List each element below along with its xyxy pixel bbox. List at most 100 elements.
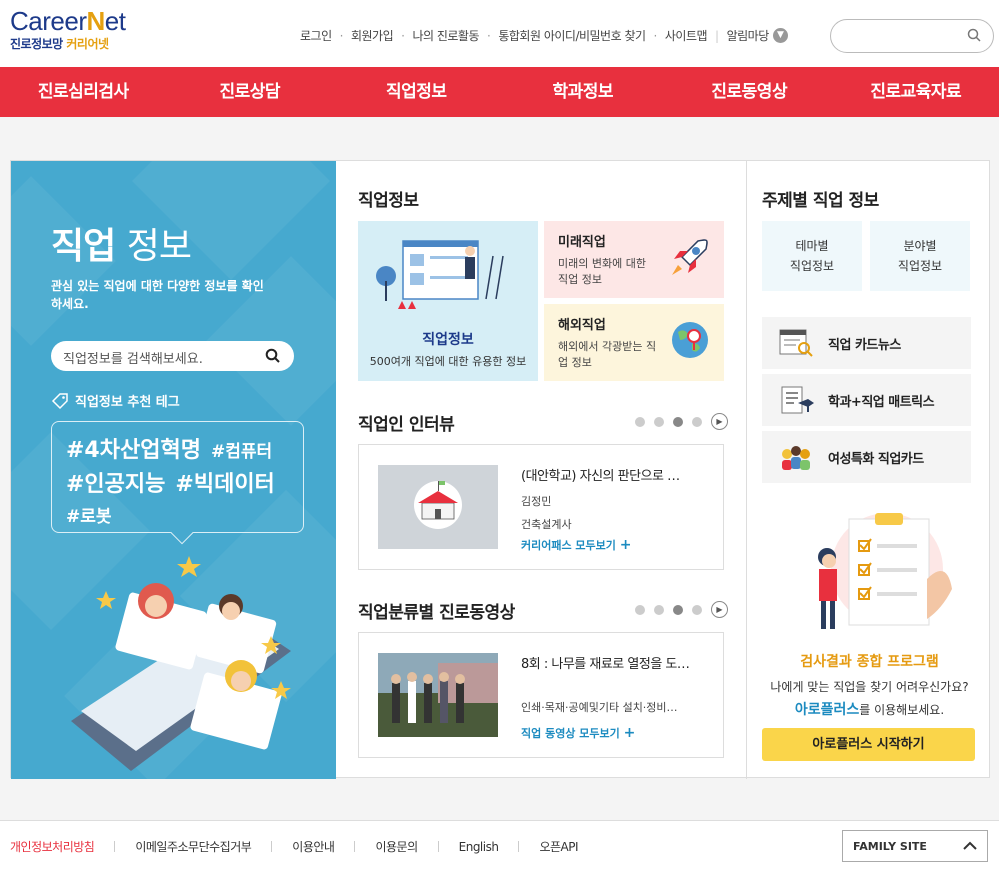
nav-major-info[interactable]: 학과정보: [500, 67, 667, 117]
pager-dot-active[interactable]: [673, 604, 683, 615]
interview-item[interactable]: (대안학교) 자신의 판단으로 … 김정민 건축설계사 커리어패스 모두보기 +: [358, 444, 724, 570]
chevron-down-icon[interactable]: ▼: [772, 28, 788, 43]
play-icon[interactable]: ▶: [711, 601, 728, 618]
section-title-job-info: 직업정보: [358, 191, 419, 211]
footer-openapi-link[interactable]: 오픈API: [539, 838, 578, 855]
graduation-doc-icon: [781, 386, 814, 414]
aro-plus-title: 검사결과 종합 프로그램: [800, 654, 939, 670]
major-job-matrix-link[interactable]: 학과+직업 매트릭스: [762, 374, 971, 426]
nav-edu-material[interactable]: 진로교육자료: [833, 67, 999, 117]
pager-dot[interactable]: [635, 416, 645, 427]
tag-icon: [51, 392, 68, 409]
recommend-tag-title: 직업정보 추천 테그: [51, 391, 180, 410]
job-video-more-link[interactable]: 직업 동영상 모두보기 +: [521, 725, 635, 741]
topnav-my-activity[interactable]: 나의 진로활동: [412, 27, 479, 44]
interview-thumbnail: [378, 465, 498, 549]
logo-sub-a: 진로정보망: [10, 37, 63, 51]
middle-column: 직업정보 직업정보 500여개 직업에 대한 유용한 정보 미래직업 미래의 변…: [336, 161, 746, 779]
nav-psych-test[interactable]: 진로심리검사: [0, 67, 167, 117]
main-content: 직업 정보 관심 있는 직업에 대한 다양한 정보를 확인하세요. 직업정보를 …: [10, 160, 991, 779]
video-category: 인쇄·목재·공예및기타 설치·정비…: [521, 701, 678, 714]
plus-icon: +: [619, 537, 632, 553]
play-icon[interactable]: ▶: [711, 413, 728, 430]
pager-dot[interactable]: [654, 604, 664, 615]
profile-cards-illustration: [71, 556, 291, 771]
topnav-login[interactable]: 로그인: [300, 27, 332, 44]
footer-privacy-link[interactable]: 개인정보처리방침: [10, 838, 95, 855]
future-job-desc: 미래의 변화에 대한 직업 정보: [558, 257, 646, 286]
logo-text-a: Career: [10, 6, 87, 36]
job-info-card[interactable]: 직업정보 500여개 직업에 대한 유용한 정보: [358, 221, 538, 381]
video-item-title: 8회 : 나무를 재료로 열정을 도…: [521, 657, 690, 672]
topnav-find-account[interactable]: 통합회원 아이디/비밀번호 찾기: [498, 27, 646, 44]
interview-pager: ▶: [635, 413, 728, 430]
family-site-select[interactable]: FAMILY SITE: [842, 830, 988, 862]
hero-desc: 관심 있는 직업에 대한 다양한 정보를 확인하세요.: [51, 279, 264, 311]
header: CareerNet 진로정보망 커리어넷 로그인 · 회원가입 · 나의 진로활동 ·…: [0, 0, 999, 67]
video-pager: ▶: [635, 601, 728, 618]
logo-sub-b: 커리어넷: [66, 37, 109, 51]
footer: 개인정보처리방침 이메일주소무단수집거부 이용안내 이용문의 English 오…: [0, 820, 999, 876]
footer-usage-link[interactable]: 이용안내: [292, 838, 335, 855]
overseas-job-card[interactable]: 해외직업 해외에서 각광받는 직업 정보: [544, 304, 724, 381]
top-utility-nav: 로그인 · 회원가입 · 나의 진로활동 · 통합회원 아이디/비밀번호 찾기 · 사이…: [300, 27, 788, 44]
pager-dot[interactable]: [692, 416, 702, 427]
pager-dot[interactable]: [654, 416, 664, 427]
footer-nav: 개인정보처리방침 이메일주소무단수집거부 이용안내 이용문의 English 오…: [10, 838, 579, 855]
theme-job-info-button[interactable]: 테마별 직업정보: [762, 221, 862, 291]
footer-english-link[interactable]: English: [459, 840, 499, 854]
plus-icon: +: [623, 725, 636, 741]
pager-dot[interactable]: [635, 604, 645, 615]
card-news-link[interactable]: 직업 카드뉴스: [762, 317, 971, 369]
overseas-job-desc: 해외에서 각광받는 직업 정보: [558, 340, 657, 369]
globe-icon: [672, 322, 708, 358]
logo-text-n: N: [86, 6, 105, 36]
section-title-video: 직업분류별 진로동영상: [358, 603, 515, 623]
chevron-up-icon[interactable]: [963, 841, 977, 851]
recommend-tag-box: #4차산업혁명 #컴퓨터 #인공지능 #빅데이터 #로봇: [51, 421, 304, 545]
pager-dot[interactable]: [692, 604, 702, 615]
checklist-illustration: [818, 513, 952, 629]
top-search-input[interactable]: [830, 19, 994, 53]
logo[interactable]: CareerNet 진로정보망 커리어넷: [10, 6, 140, 56]
future-job-card[interactable]: 미래직업 미래의 변화에 대한 직업 정보: [544, 221, 724, 298]
pager-dot-active[interactable]: [673, 416, 683, 427]
interview-item-title: (대안학교) 자신의 판단으로 …: [521, 469, 680, 484]
job-search-placeholder: 직업정보를 검색해보세요.: [63, 352, 203, 367]
logo-text-b: et: [104, 6, 126, 36]
footer-email-refuse-link[interactable]: 이메일주소무단수집거부: [135, 838, 251, 855]
interview-name: 김정민: [521, 495, 552, 508]
right-column: 주제별 직업 정보 테마별 직업정보 분야별 직업정보 직업 카드뉴스 학과+직업 …: [746, 161, 991, 779]
rocket-icon: [672, 239, 708, 275]
tag-link[interactable]: #4차산업혁명: [66, 432, 201, 464]
job-search-input[interactable]: 직업정보를 검색해보세요.: [51, 341, 294, 371]
nav-career-video[interactable]: 진로동영상: [666, 67, 833, 117]
section-title-interview: 직업인 인터뷰: [358, 415, 455, 435]
aro-plus-desc1: 나에게 맞는 직업을 찾기 어려우신가요?: [770, 680, 969, 694]
footer-inquiry-link[interactable]: 이용문의: [375, 838, 418, 855]
women-job-card-link[interactable]: 여성특화 직업카드: [762, 431, 971, 483]
tag-link[interactable]: #컴퓨터: [211, 437, 272, 462]
topnav-sitemap[interactable]: 사이트맵: [665, 27, 708, 44]
job-info-card-title: 직업정보: [422, 332, 474, 348]
topnav-notice[interactable]: 알림마당: [727, 27, 770, 44]
main-nav: 진로심리검사 진로상담 직업정보 학과정보 진로동영상 진로교육자료: [0, 67, 999, 117]
tag-link[interactable]: #로봇: [66, 502, 112, 527]
nav-counseling[interactable]: 진로상담: [167, 67, 334, 117]
women-group-icon: [782, 446, 810, 470]
search-icon[interactable]: [265, 348, 280, 363]
tag-link[interactable]: #빅데이터: [175, 466, 274, 498]
section-title-theme: 주제별 직업 정보: [762, 191, 879, 211]
aro-plus-start-button[interactable]: 아로플러스 시작하기: [762, 728, 975, 761]
search-icon[interactable]: [967, 28, 981, 42]
video-thumbnail: [378, 653, 498, 737]
school-icon: [414, 481, 462, 529]
topnav-signup[interactable]: 회원가입: [351, 27, 394, 44]
aro-plus-desc2: 아로플러스를 이용해보세요.: [794, 702, 945, 718]
nav-job-info[interactable]: 직업정보: [333, 67, 500, 117]
job-info-card-desc: 500여개 직업에 대한 유용한 정보: [369, 355, 527, 368]
field-job-info-button[interactable]: 분야별 직업정보: [870, 221, 970, 291]
video-item[interactable]: 8회 : 나무를 재료로 열정을 도… 인쇄·목재·공예및기타 설치·정비… 직…: [358, 632, 724, 758]
career-path-more-link[interactable]: 커리어패스 모두보기 +: [521, 537, 632, 553]
tag-link[interactable]: #인공지능: [66, 466, 165, 498]
